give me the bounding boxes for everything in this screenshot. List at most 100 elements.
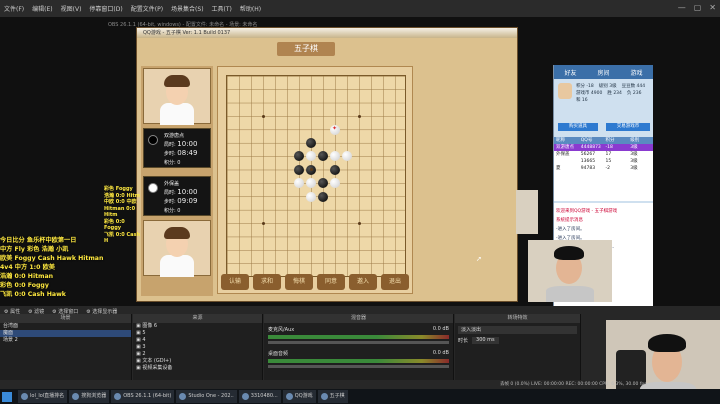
mixer-db: 0.0 dB (432, 326, 449, 332)
user-cell: -2 (605, 166, 611, 171)
scenes-dock: 场景 台湾面 魔面 场景 2 (0, 314, 132, 380)
windows-taskbar: lol_lol直播排名 搜狗浏览器 OBS 26.1.1 (64-bit) Studi… (0, 389, 720, 404)
user-cell: 13665 (580, 159, 596, 164)
tab-friends[interactable]: 好友 (564, 68, 576, 77)
close-icon[interactable]: ✕ (709, 3, 716, 12)
mixer-channel-label: 麦克风/Aux 0.0 dB (268, 326, 449, 333)
user-list-header: 级别 (630, 138, 640, 143)
white-stone (306, 191, 316, 202)
side-overlay-line: 飞凯 0:0 Cash H (104, 231, 141, 245)
black-stone (318, 178, 328, 189)
taskbar-item-2[interactable]: OBS 26.1.1 (64-bit) (111, 390, 175, 403)
user-cell: 17 (605, 152, 612, 157)
user-list-header: QQ号 (580, 138, 593, 143)
game-button-3[interactable]: 同意 (317, 274, 345, 290)
board-frame: ✦ (217, 66, 413, 294)
start-icon[interactable] (2, 391, 12, 402)
sources-dock: 来源 ▣ 图像 6 ▣ 5 ▣ 4 ▣ 3 ▣ 2 ▣ 文本 (GDI+) ▣ 视频采集设备 (133, 314, 263, 380)
taskbar-item-6[interactable]: 五子棋 (317, 390, 348, 403)
black-stone (294, 164, 304, 175)
game-button-4[interactable]: 邀入 (349, 274, 377, 290)
volume-slider[interactable] (268, 365, 449, 368)
user-list-header: 昵称 (556, 138, 565, 143)
duration-input[interactable]: 300 ms (472, 337, 499, 344)
black-stone (294, 151, 304, 162)
side-overlay-line: 中欧 0:0 中欧 (104, 199, 137, 205)
minimize-icon[interactable]: — (678, 3, 686, 12)
stat-3: 游戏币 4900 (576, 91, 603, 96)
game-button-2[interactable]: 悔棋 (285, 274, 313, 290)
last-move-marker: ✦ (332, 124, 338, 132)
black-stone (330, 164, 340, 175)
source-item[interactable]: ▣ 5 (133, 330, 262, 337)
user-cell: 94783 (580, 166, 596, 171)
transition-select[interactable]: 淡入淡出 (458, 326, 577, 334)
source-item[interactable]: ▣ 4 (133, 337, 262, 344)
white-stone (306, 151, 316, 162)
score-overlay: 今日比分 鱼乐杯中欧第一日 中方 Fly 彩色 浩瀚 小凯 欧美 Foggy Cas… (0, 236, 110, 299)
user-cell: 双游唐点 (556, 145, 574, 150)
user-row[interactable]: 双游唐点 4448873 -18 3级 (554, 144, 653, 151)
source-item[interactable]: ▣ 视频采集设备 (133, 365, 262, 372)
source-item[interactable]: ▣ 图像 6 (133, 323, 262, 330)
user-row[interactable]: 13665 15 3级 (554, 158, 653, 165)
buy-items-button[interactable]: 购买道具 (558, 123, 598, 131)
taskbar-item-3[interactable]: Studio One - 202.. (176, 390, 237, 403)
menu-item-3[interactable]: 停靠窗口(D) (89, 4, 122, 13)
game-title-bar: QQ游戏 - 五子棋 Ver: 1.1 Build 0137 (137, 28, 517, 38)
source-item[interactable]: ▣ 3 (133, 344, 262, 351)
menu-item-4[interactable]: 配置文件(P) (131, 4, 163, 13)
player2-name: 外保盖 (164, 181, 180, 187)
game-button-5[interactable]: 退出 (381, 274, 409, 290)
user-cell: 外保盖 (556, 152, 570, 157)
source-item[interactable]: ▣ 文本 (GDI+) (133, 358, 262, 365)
mixer-channel: 麦克风/Aux 0.0 dB (264, 323, 453, 347)
trade-coins-button[interactable]: 交易游戏币 (606, 123, 650, 131)
menu-item-2[interactable]: 视图(V) (61, 4, 82, 13)
menu-item-5[interactable]: 场景集合(S) (171, 4, 204, 13)
volume-slider[interactable] (268, 341, 449, 344)
menu-item-6[interactable]: 工具(T) (212, 4, 232, 13)
menu-item-0[interactable]: 文件(F) (4, 4, 24, 13)
user-cell: -18 (605, 145, 613, 150)
white-stone (306, 178, 316, 189)
stat-4: 胜 234 (607, 91, 622, 96)
overlay-line: 4v4 中方 1:0 欧美 (0, 264, 55, 271)
gomoku-board[interactable]: ✦ (226, 75, 406, 277)
self-avatar (558, 83, 572, 99)
user-cell: 夏 (556, 166, 561, 171)
menu-item-1[interactable]: 编辑(E) (32, 4, 52, 13)
status-bar: 丢帧 0 (0.0%) LIVE: 00:00:00 REC: 00:00:00… (500, 382, 647, 387)
chat-line: -进入了房间。 (556, 227, 585, 232)
taskbar-item-0[interactable]: lol_lol直播排名 (18, 390, 68, 403)
mixer-channel: 桌面音频 0.0 dB (264, 347, 453, 371)
taskbar-item-4[interactable]: 3310480... (238, 390, 281, 403)
scene-item[interactable]: 场景 2 (0, 337, 131, 344)
user-row[interactable]: 外保盖 56267 17 3级 (554, 151, 653, 158)
self-stats: 积分 -18 级别 3级 豆豆数 444 游戏币 4900 胜 234 负 236 和 16 (576, 83, 652, 103)
scene-item[interactable]: 魔面 (0, 330, 131, 337)
menu-item-7[interactable]: 帮助(H) (240, 4, 261, 13)
tab-game[interactable]: 游戏 (630, 68, 642, 77)
tab-room[interactable]: 房间 (597, 68, 609, 77)
user-row[interactable]: 夏 94783 -2 3级 (554, 165, 653, 172)
scene-item[interactable]: 台湾面 (0, 323, 131, 330)
game-button-0[interactable]: 认输 (221, 274, 249, 290)
star-point (309, 168, 313, 172)
chat-line: 系统提示消息 (556, 218, 583, 223)
source-item[interactable]: ▣ 2 (133, 351, 262, 358)
taskbar-item-1[interactable]: 搜狗浏览器 (69, 390, 110, 403)
user-list: 昵称 QQ号 积分 级别 双游唐点 4448873 -18 3级 外保盖 56267 17 3级 13… (554, 137, 653, 201)
user-cell: 15 (605, 159, 612, 164)
chat-line: 欢迎来到QQ游戏 - 五子棋游戏 (556, 209, 618, 214)
game-button-1[interactable]: 求和 (253, 274, 281, 290)
game-banner: 五子棋 (277, 42, 335, 56)
player1-avatar (143, 68, 211, 125)
black-stone-icon (148, 135, 158, 145)
user-cell: 3级 (630, 166, 638, 171)
maximize-icon[interactable]: ▢ (694, 3, 702, 12)
white-stone (330, 178, 340, 189)
taskbar-item-5[interactable]: QQ游戏 (282, 390, 316, 403)
side-score-overlay: 彩色 Foggy 浩瀚 0:0 Hitm 中欧 0:0 中欧 Hitman 0:0 H… (104, 186, 142, 245)
mixer-db: 0.0 dB (432, 350, 449, 356)
